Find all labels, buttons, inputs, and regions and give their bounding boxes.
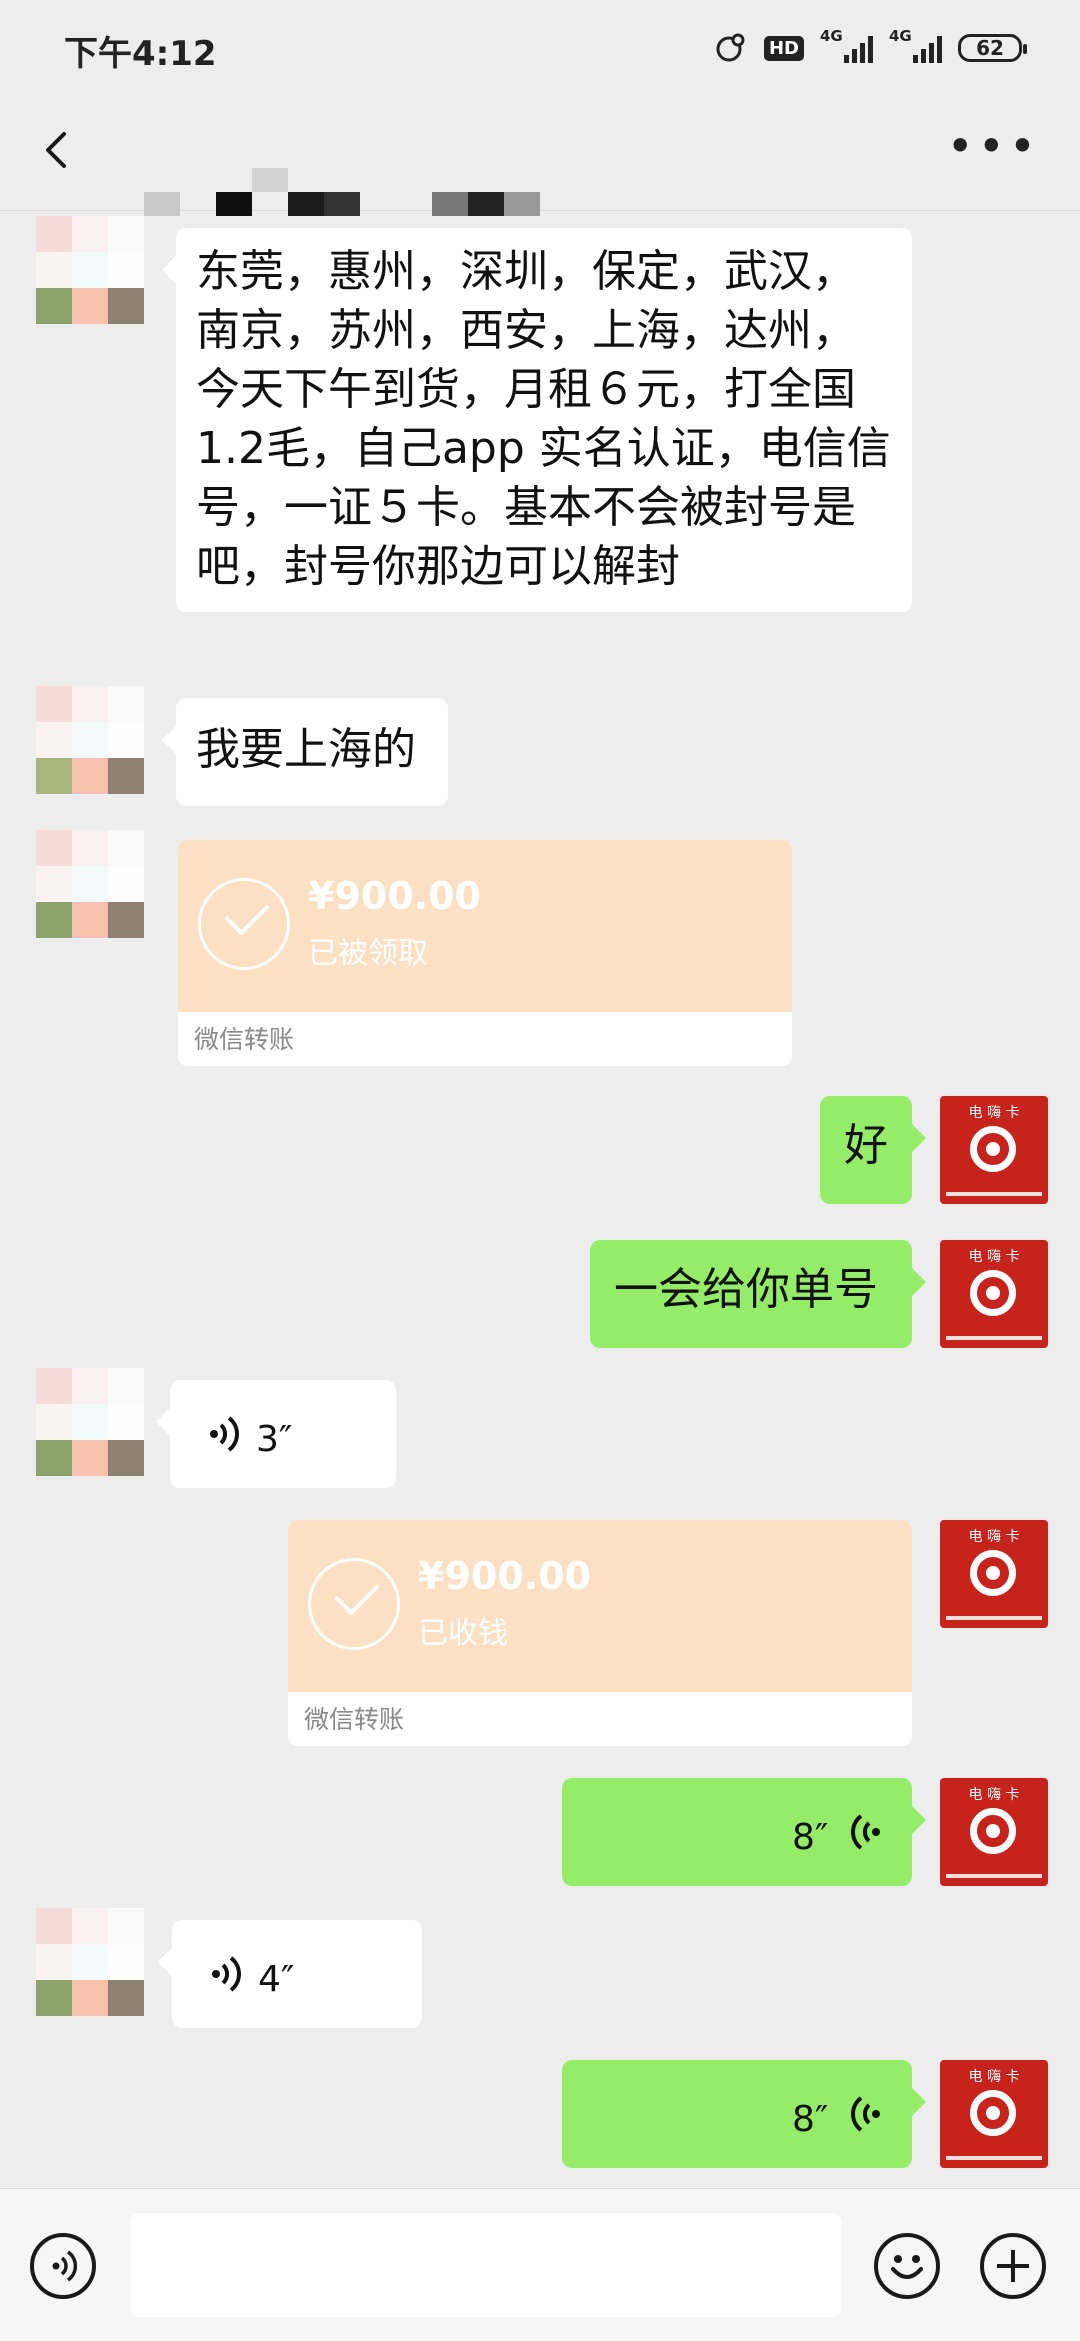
contact-avatar[interactable]	[36, 1368, 144, 1476]
my-avatar[interactable]: 电 嗨 卡	[940, 1096, 1048, 1204]
voice-message[interactable]: 3″	[156, 1380, 396, 1488]
transfer-card[interactable]: ¥900.00 已收钱 微信转账	[288, 1520, 912, 1746]
my-avatar[interactable]: 电 嗨 卡	[940, 2060, 1048, 2168]
contact-avatar[interactable]	[36, 830, 144, 938]
message-input[interactable]	[130, 2213, 842, 2317]
message-text: 好	[844, 1120, 888, 1171]
more-icon[interactable]: •••	[947, 123, 1040, 169]
voice-wave-icon	[210, 1416, 239, 1452]
emoji-icon[interactable]	[874, 2233, 940, 2299]
transfer-source: 微信转账	[304, 1705, 405, 1734]
message-list[interactable]: 东莞，惠州，深圳，保定，武汉，南京，苏州，西安，上海，达州，今天下午到货，月租６…	[0, 210, 1080, 2188]
contact-avatar[interactable]	[36, 686, 144, 794]
my-avatar[interactable]: 电 嗨 卡	[940, 1240, 1048, 1348]
transfer-amount: ¥900.00	[308, 874, 482, 918]
message-bubble[interactable]: 我要上海的	[162, 698, 448, 806]
voice-mode-icon[interactable]	[30, 2233, 96, 2299]
my-avatar[interactable]: 电 嗨 卡	[940, 1520, 1048, 1628]
voice-wave-icon	[851, 2096, 880, 2132]
message-bubble[interactable]: 一会给你单号	[590, 1240, 926, 1348]
transfer-status: 已收钱	[418, 1616, 508, 1651]
voice-message[interactable]: 4″	[158, 1920, 422, 2028]
input-bar	[0, 2188, 1080, 2341]
check-circle-icon	[198, 878, 290, 970]
contact-avatar[interactable]	[36, 216, 144, 324]
voice-duration: 3″	[256, 1419, 293, 1460]
hd-badge: HD	[763, 35, 804, 61]
back-arrow-icon[interactable]	[34, 120, 88, 180]
status-icons: HD 4G 4G 62	[714, 27, 1027, 68]
plus-icon[interactable]	[980, 2233, 1046, 2299]
signal-icon-2: 4G	[889, 27, 942, 63]
transfer-card[interactable]: ¥900.00 已被领取 微信转账	[178, 840, 792, 1066]
message-bubble[interactable]: 东莞，惠州，深圳，保定，武汉，南京，苏州，西安，上海，达州，今天下午到货，月租６…	[162, 228, 912, 612]
contact-avatar[interactable]	[36, 1908, 144, 2016]
message-bubble[interactable]: 好	[820, 1096, 926, 1204]
voice-message[interactable]: 8″	[562, 1778, 926, 1886]
my-avatar[interactable]: 电 嗨 卡	[940, 1778, 1048, 1886]
status-bar: 下午4:12 HD 4G 4G 62	[0, 0, 1080, 96]
message-text: 一会给你单号	[614, 1264, 878, 1315]
chat-header: •••	[0, 96, 1080, 216]
transfer-amount: ¥900.00	[418, 1554, 592, 1598]
voice-duration: 8″	[792, 2099, 829, 2140]
battery-icon: 62	[958, 34, 1027, 62]
voice-duration: 4″	[258, 1959, 295, 2000]
voice-wave-icon	[851, 1814, 880, 1850]
voice-message[interactable]: 8″	[562, 2060, 926, 2168]
transfer-source: 微信转账	[194, 1025, 295, 1054]
voice-duration: 8″	[792, 1817, 829, 1858]
status-time: 下午4:12	[64, 34, 217, 74]
link-icon	[716, 33, 745, 62]
check-circle-icon	[308, 1558, 400, 1650]
signal-icon: 4G	[820, 27, 873, 63]
message-text: 我要上海的	[196, 724, 416, 775]
voice-wave-icon	[212, 1956, 241, 1992]
transfer-status: 已被领取	[308, 936, 428, 971]
message-text: 东莞，惠州，深圳，保定，武汉，南京，苏州，西安，上海，达州，今天下午到货，月租６…	[196, 246, 891, 592]
